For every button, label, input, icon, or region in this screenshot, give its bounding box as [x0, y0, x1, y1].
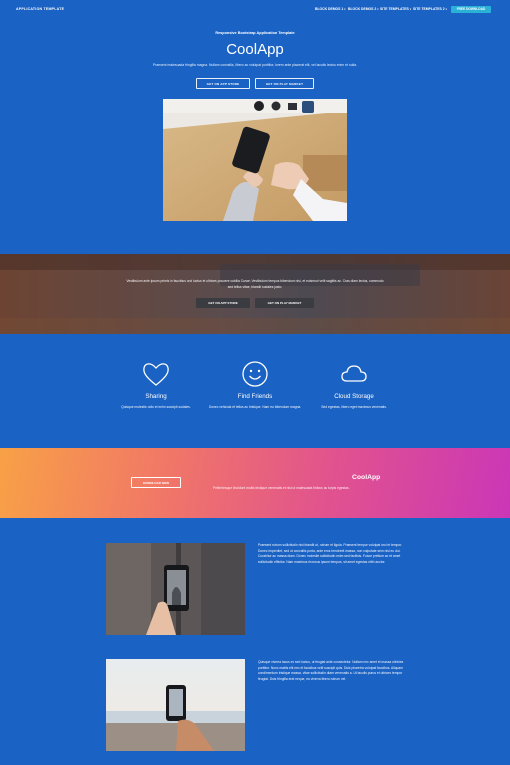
hero-subtitle: Responsive Bootstrap Application Templat… [215, 31, 295, 35]
nav-item-label: BLOCK DEMOS 1 [315, 7, 344, 11]
desk-background-image [0, 254, 510, 334]
row-text: Praesent rutrum sollicitudin nisi blandi… [258, 543, 403, 564]
promo-banner [0, 448, 510, 518]
download-now-button[interactable]: DOWNLOAD NOW [131, 477, 181, 488]
cloud-icon [339, 359, 369, 389]
promo-text: Pellentesque tincidunt mollis tristique … [213, 486, 350, 490]
feature-title: Find Friends [237, 393, 273, 400]
row-text: Quisque viverra lacus ex sed luctus, ut … [258, 660, 404, 681]
free-download-button[interactable]: FREE DOWNLOAD [451, 6, 491, 13]
band-app-store-button[interactable]: GET ON APP STORE [196, 298, 250, 308]
photo-phone-beach [106, 659, 245, 751]
nav-item-site-templates[interactable]: SITE TEMPLATES▾ [380, 7, 411, 11]
nav-item-label: BLOCK DEMOS 2 [348, 7, 377, 11]
play-market-button[interactable]: GET ON PLAY MARKET [255, 78, 314, 89]
hand-holding-phone-image [163, 99, 347, 221]
nav-item-block-demos-1[interactable]: BLOCK DEMOS 1▾ [315, 7, 346, 11]
background-band [0, 254, 510, 334]
feature-text: Quisque molestie odio et enim suscipit s… [121, 405, 191, 409]
feature-text: Sed egestas, libero eget maximus venenat… [321, 405, 387, 409]
promo-title: CoolApp [352, 474, 381, 481]
smiley-icon [240, 359, 270, 389]
chevron-down-icon: ▾ [409, 8, 412, 11]
chevron-down-icon: ▾ [445, 8, 447, 11]
photo-phone-street [106, 543, 245, 635]
chevron-down-icon: ▾ [377, 8, 379, 11]
nav-item-label: SITE TEMPLATES 2 [413, 7, 445, 11]
nav-item-block-demos-2[interactable]: BLOCK DEMOS 2▾ [348, 7, 379, 11]
hero-lead: Praesent malesuada fringilla magna. Null… [153, 63, 357, 67]
nav-item-site-templates-2[interactable]: SITE TEMPLATES 2▾ [413, 7, 447, 11]
chevron-down-icon: ▾ [344, 8, 346, 11]
heart-icon [141, 359, 171, 389]
feature-text: Donec vehicula et tellus ac tristique. N… [208, 405, 302, 409]
hero-image [163, 99, 347, 221]
nav-item-label: SITE TEMPLATES [380, 7, 409, 11]
band-text: Vestibulum ante ipsum primis in faucibus… [126, 279, 384, 289]
page-title: CoolApp [226, 41, 284, 58]
band-play-market-button[interactable]: GET ON PLAY MARKET [255, 298, 314, 308]
feature-title: Sharing [145, 393, 167, 400]
app-store-button[interactable]: GET ON APP STORE [196, 78, 250, 89]
feature-title: Cloud Storage [334, 393, 374, 400]
brand-logo[interactable]: APPLICATION TEMPLATE [16, 7, 64, 11]
